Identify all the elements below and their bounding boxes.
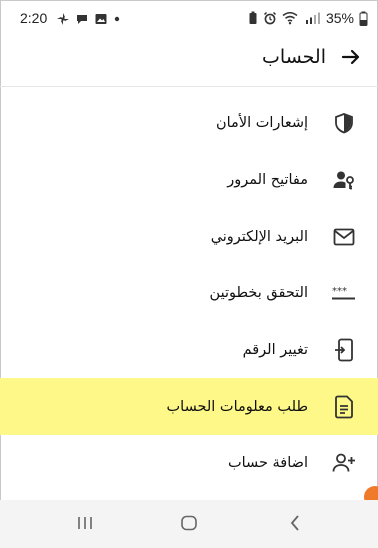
svg-text:***: *** (332, 286, 347, 297)
battery-saver-icon (248, 11, 258, 25)
menu-item-label: التحقق بخطوتين (209, 285, 308, 302)
dot-icon (113, 12, 121, 26)
phone-transfer-icon (332, 338, 356, 362)
pinwheel-icon (56, 12, 70, 26)
menu-item-add-account[interactable]: اضافة حساب (0, 435, 378, 492)
back-nav-icon (288, 514, 302, 536)
image-icon (94, 12, 108, 26)
menu-item-label: البريد الإلكتروني (210, 228, 308, 245)
header-divider (0, 86, 378, 87)
back-nav-button[interactable] (280, 514, 310, 536)
recents-icon (76, 515, 94, 535)
system-navigation-bar (0, 500, 378, 548)
password-dots-icon: *** (332, 281, 356, 305)
status-left-icons (56, 11, 121, 27)
home-icon (180, 515, 198, 535)
settings-menu-list: إشعارات الأمان مفاتيح المرور البريد الإل… (0, 95, 378, 492)
chat-icon (75, 12, 89, 26)
menu-item-label: إشعارات الأمان (215, 115, 308, 132)
menu-item-label: تغيير الرقم (242, 342, 308, 359)
menu-item-passkeys[interactable]: مفاتيح المرور (0, 152, 378, 209)
arrow-right-icon (341, 48, 361, 70)
menu-item-email[interactable]: البريد الإلكتروني (0, 208, 378, 265)
person-key-icon (332, 168, 356, 192)
status-time: 2:20 (20, 10, 48, 26)
menu-item-label: اضافة حساب (227, 455, 308, 472)
back-button[interactable] (338, 46, 364, 72)
shield-icon (332, 111, 356, 135)
menu-item-security-notifications[interactable]: إشعارات الأمان (0, 95, 378, 152)
battery-icon (359, 11, 368, 26)
menu-item-label: مفاتيح المرور (227, 172, 308, 189)
status-right-icons: 35% (248, 9, 368, 27)
status-bar: 2:20 35% (0, 0, 378, 36)
app-bar: الحساب (0, 36, 378, 82)
home-button[interactable] (174, 514, 204, 536)
lte-signal-icon (303, 11, 321, 25)
page-title: الحساب (262, 46, 326, 68)
wifi-icon (282, 11, 298, 25)
recents-button[interactable] (70, 514, 100, 536)
menu-item-label: طلب معلومات الحساب (166, 398, 309, 415)
battery-percent: 35% (325, 10, 354, 26)
menu-item-two-step-verification[interactable]: *** التحقق بخطوتين (0, 265, 378, 322)
mail-icon (332, 225, 356, 249)
alarm-icon (263, 11, 277, 25)
menu-item-request-account-info[interactable]: طلب معلومات الحساب (0, 378, 378, 436)
menu-item-change-number[interactable]: تغيير الرقم (0, 322, 378, 379)
document-icon (332, 395, 356, 419)
add-person-icon (332, 451, 356, 475)
